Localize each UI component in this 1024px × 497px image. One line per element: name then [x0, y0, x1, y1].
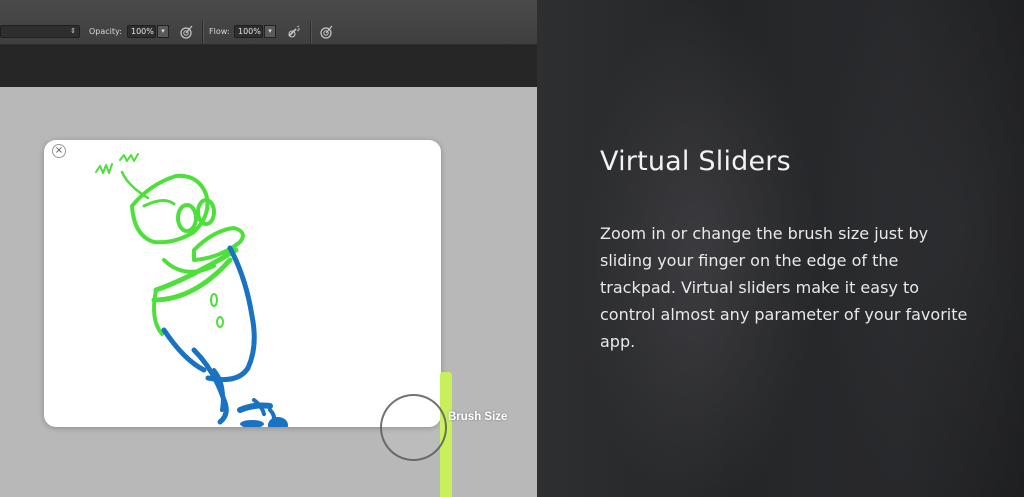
page-title: Virtual Sliders [600, 146, 791, 177]
flow-field[interactable]: 100% [234, 25, 263, 38]
opacity-field[interactable]: 100% [127, 25, 156, 38]
document-tab-bar [0, 45, 537, 87]
flow-label: Flow: [209, 27, 230, 36]
description-text: Zoom in or change the brush size just by… [600, 224, 968, 351]
brush-preset-field[interactable] [0, 25, 80, 38]
finger-touch-indicator [380, 394, 447, 461]
separator [310, 21, 311, 43]
airbrush-icon[interactable] [286, 24, 302, 40]
info-panel: Virtual Sliders Zoom in or change the br… [537, 0, 1024, 497]
preset-stepper-icon[interactable]: ⇕ [70, 27, 76, 35]
slider-label: Brush Size [448, 411, 508, 423]
opacity-dropdown[interactable]: ▾ [157, 25, 169, 38]
blue-sketch [161, 245, 276, 427]
opacity-label: Opacity: [89, 27, 122, 36]
flow-dropdown[interactable]: ▾ [264, 25, 276, 38]
green-sketch [95, 153, 245, 336]
blue-sketch-blobs [240, 417, 288, 427]
tool-options-bar: ⇕ Opacity: 100% ▾ Flow: 100% ▾ [0, 0, 537, 45]
close-icon[interactable]: × [52, 144, 66, 158]
separator [202, 21, 203, 43]
pressure-opacity-icon[interactable] [178, 24, 194, 40]
pressure-size-icon[interactable] [318, 24, 334, 40]
sketch-drawing [95, 153, 288, 427]
photoshop-app: ⇕ Opacity: 100% ▾ Flow: 100% ▾ × Brush S… [0, 0, 537, 497]
